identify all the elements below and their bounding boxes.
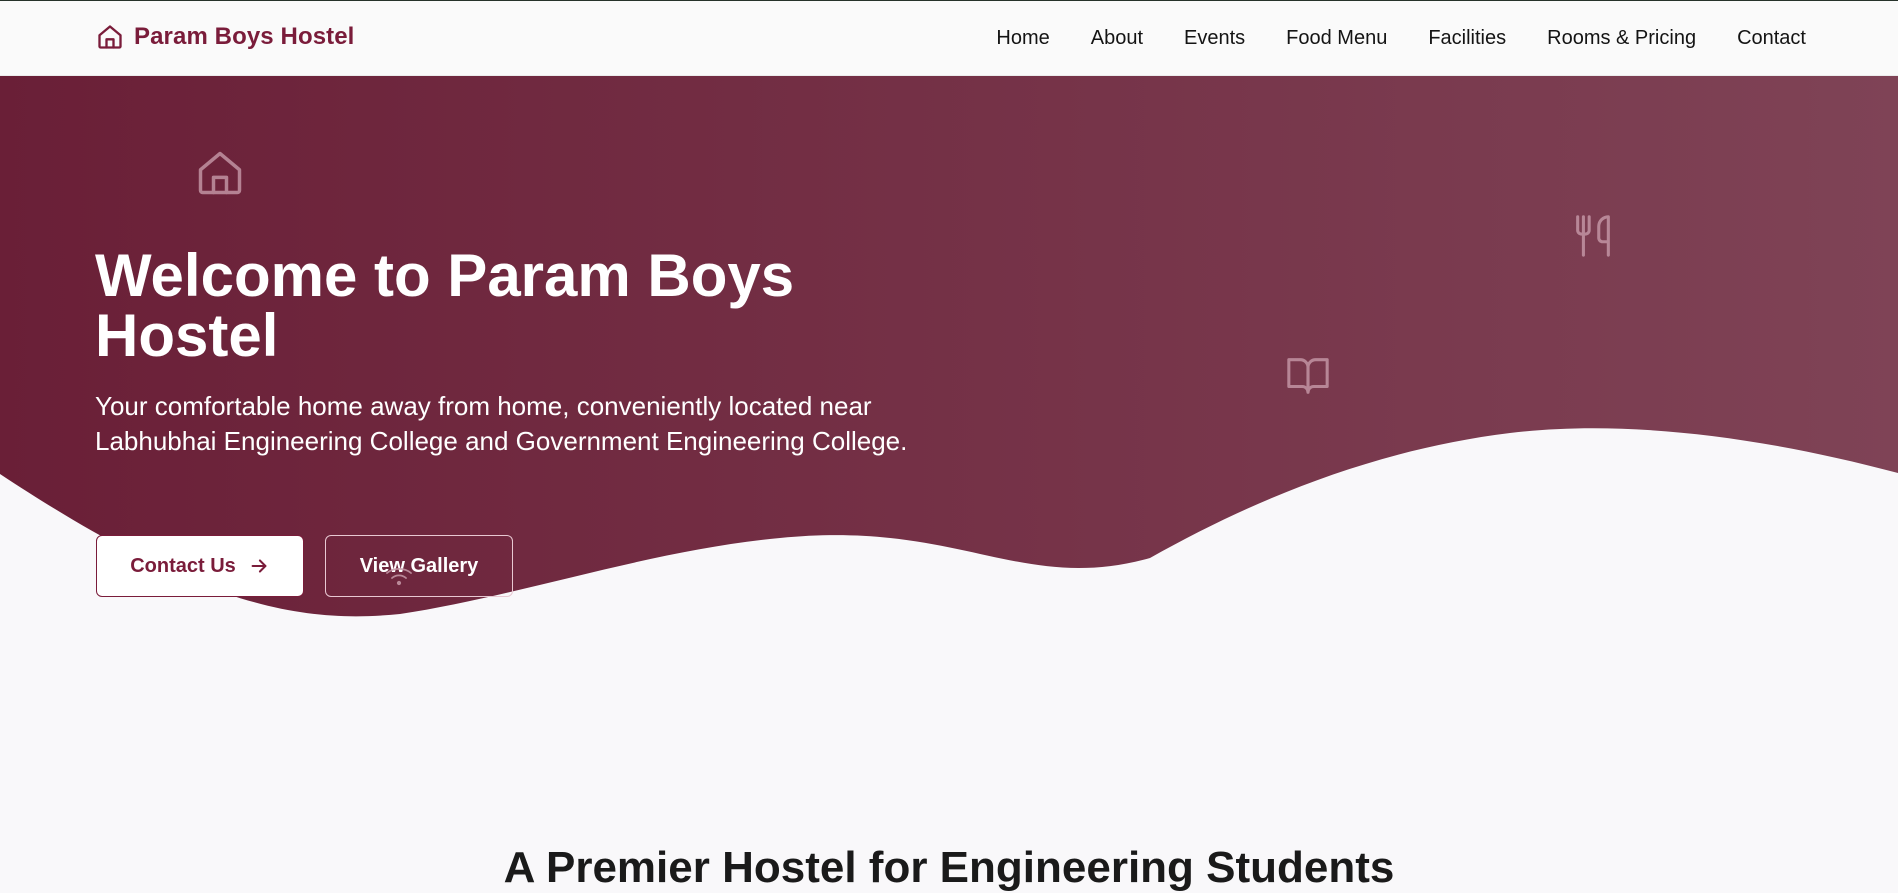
home-icon: [198, 151, 242, 195]
main-nav: Home About Events Food Menu Facilities R…: [996, 27, 1806, 50]
nav-events[interactable]: Events: [1184, 27, 1245, 50]
hero-subtitle: Your comfortable home away from home, co…: [95, 391, 908, 456]
utensils-icon: [1576, 215, 1610, 257]
view-gallery-label: View Gallery: [359, 554, 479, 577]
contact-us-label: Contact Us: [130, 554, 236, 577]
nav-contact[interactable]: Contact: [1737, 27, 1806, 50]
brand-logo[interactable]: Param Boys Hostel: [96, 23, 354, 51]
nav-about[interactable]: About: [1091, 27, 1143, 50]
home-icon: [98, 25, 122, 49]
nav-home[interactable]: Home: [996, 27, 1049, 50]
book-icon: [1287, 358, 1329, 394]
hero-title: Welcome to Param Boys Hostel: [95, 242, 795, 369]
view-gallery-button[interactable]: View Gallery: [325, 535, 513, 597]
nav-rooms-pricing[interactable]: Rooms & Pricing: [1547, 27, 1696, 50]
arrow-right-icon: [251, 559, 267, 573]
site-header: Param Boys Hostel Home About Events Food…: [0, 1, 1898, 76]
section-heading: A Premier Hostel for Engineering Student…: [503, 843, 1395, 892]
wifi-icon: [386, 567, 412, 586]
nav-facilities[interactable]: Facilities: [1428, 27, 1506, 50]
nav-food-menu[interactable]: Food Menu: [1286, 27, 1387, 50]
brand-name: Param Boys Hostel: [134, 23, 355, 50]
contact-us-button[interactable]: Contact Us: [96, 535, 304, 597]
hero-section: Welcome to Param Boys Hostel Your comfor…: [0, 76, 1898, 636]
